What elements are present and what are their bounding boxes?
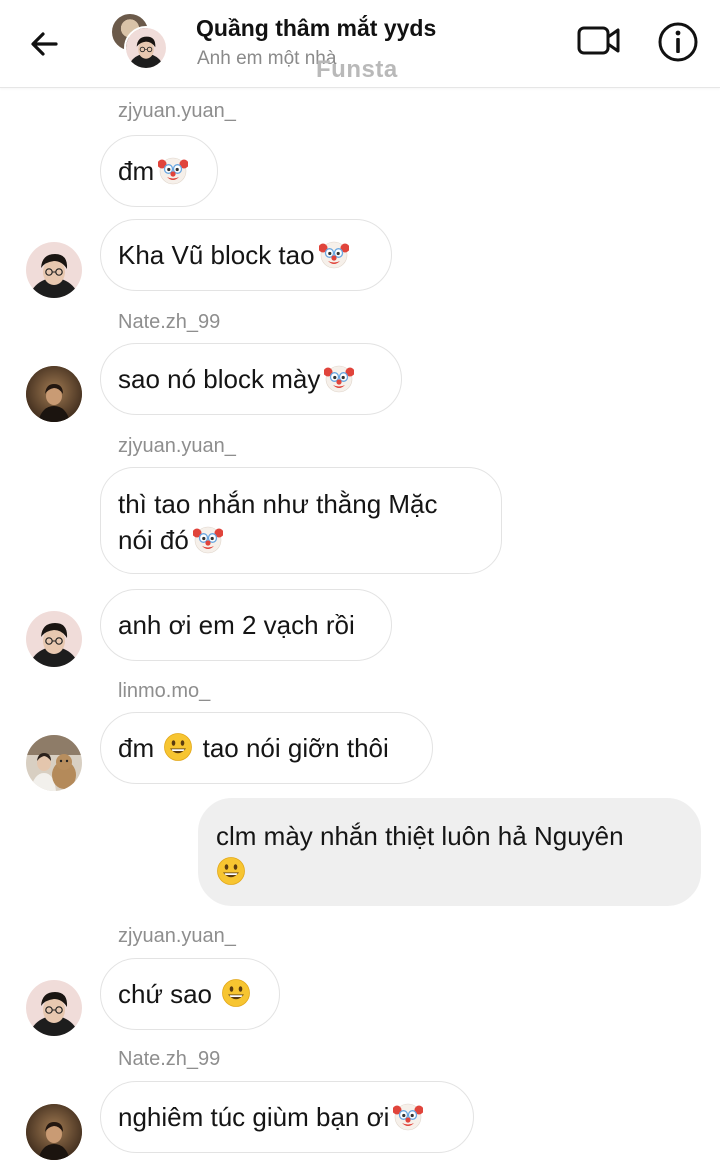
group-avatar-primary bbox=[124, 26, 168, 70]
message-sender: zjyuan.yuan_ bbox=[118, 435, 236, 457]
conversation-info-button[interactable] bbox=[656, 20, 700, 64]
grinning-face-icon bbox=[217, 857, 245, 885]
message-text-line: thì tao nhắn như thằng Mặc bbox=[118, 489, 438, 519]
grinning-face-icon bbox=[164, 733, 193, 761]
group-avatar[interactable] bbox=[110, 12, 170, 72]
clown-face-icon bbox=[393, 1103, 424, 1131]
message-text: Kha Vũ block tao bbox=[118, 240, 315, 270]
chat-header: Quầng thâm mắt yyds Anh em một nhà Funst… bbox=[0, 0, 720, 88]
own-message-bubble[interactable]: clm mày nhắn thiệt luôn hả Nguyên bbox=[198, 798, 701, 906]
video-call-button[interactable] bbox=[576, 20, 622, 60]
message-bubble[interactable]: anh ơi em 2 vạch rồi bbox=[100, 589, 392, 661]
message-text-line: nói đó bbox=[118, 525, 189, 555]
message-text: đm bbox=[118, 156, 155, 186]
arrow-left-icon bbox=[31, 32, 58, 56]
message-bubble[interactable]: sao nó block mày bbox=[100, 343, 402, 415]
message-text: clm mày nhắn thiệt luôn hả Nguyên bbox=[216, 821, 624, 851]
video-camera-icon bbox=[577, 26, 620, 55]
message-bubble[interactable]: thì tao nhắn như thằng Mặc nói đó bbox=[100, 467, 502, 574]
sender-avatar[interactable] bbox=[26, 611, 82, 667]
sender-avatar[interactable] bbox=[26, 366, 82, 422]
clown-face-icon bbox=[158, 157, 189, 185]
back-button[interactable] bbox=[26, 24, 66, 64]
message-bubble[interactable]: đm bbox=[100, 135, 218, 207]
sender-avatar[interactable] bbox=[26, 735, 82, 791]
sender-avatar[interactable] bbox=[26, 980, 82, 1036]
info-circle-icon bbox=[658, 22, 698, 62]
message-text: tao nói giỡn thôi bbox=[202, 733, 389, 763]
clown-face-icon bbox=[192, 526, 223, 554]
message-text: sao nó block mày bbox=[118, 364, 321, 394]
sender-avatar[interactable] bbox=[26, 242, 82, 298]
watermark: Funsta bbox=[316, 56, 398, 83]
message-bubble[interactable]: Kha Vũ block tao bbox=[100, 219, 392, 291]
message-text: nghiêm túc giùm bạn ơi bbox=[118, 1102, 390, 1132]
clown-face-icon bbox=[318, 241, 349, 269]
clown-face-icon bbox=[324, 365, 355, 393]
grinning-face-icon bbox=[222, 979, 251, 1007]
message-sender: Nate.zh_99 bbox=[118, 1048, 221, 1070]
message-sender: Nate.zh_99 bbox=[118, 311, 221, 333]
message-text: chứ sao bbox=[118, 979, 213, 1009]
message-bubble[interactable]: đm tao nói giỡn thôi bbox=[100, 712, 433, 784]
message-sender: linmo.mo_ bbox=[118, 680, 211, 702]
message-sender: zjyuan.yuan_ bbox=[118, 100, 236, 122]
conversation-title[interactable]: Quầng thâm mắt yyds bbox=[196, 15, 436, 42]
message-text: anh ơi em 2 vạch rồi bbox=[118, 610, 355, 640]
message-text: đm bbox=[118, 733, 155, 763]
message-sender: zjyuan.yuan_ bbox=[118, 925, 236, 947]
message-bubble[interactable]: nghiêm túc giùm bạn ơi bbox=[100, 1081, 474, 1153]
sender-avatar[interactable] bbox=[26, 1104, 82, 1160]
message-bubble[interactable]: chứ sao bbox=[100, 958, 280, 1030]
